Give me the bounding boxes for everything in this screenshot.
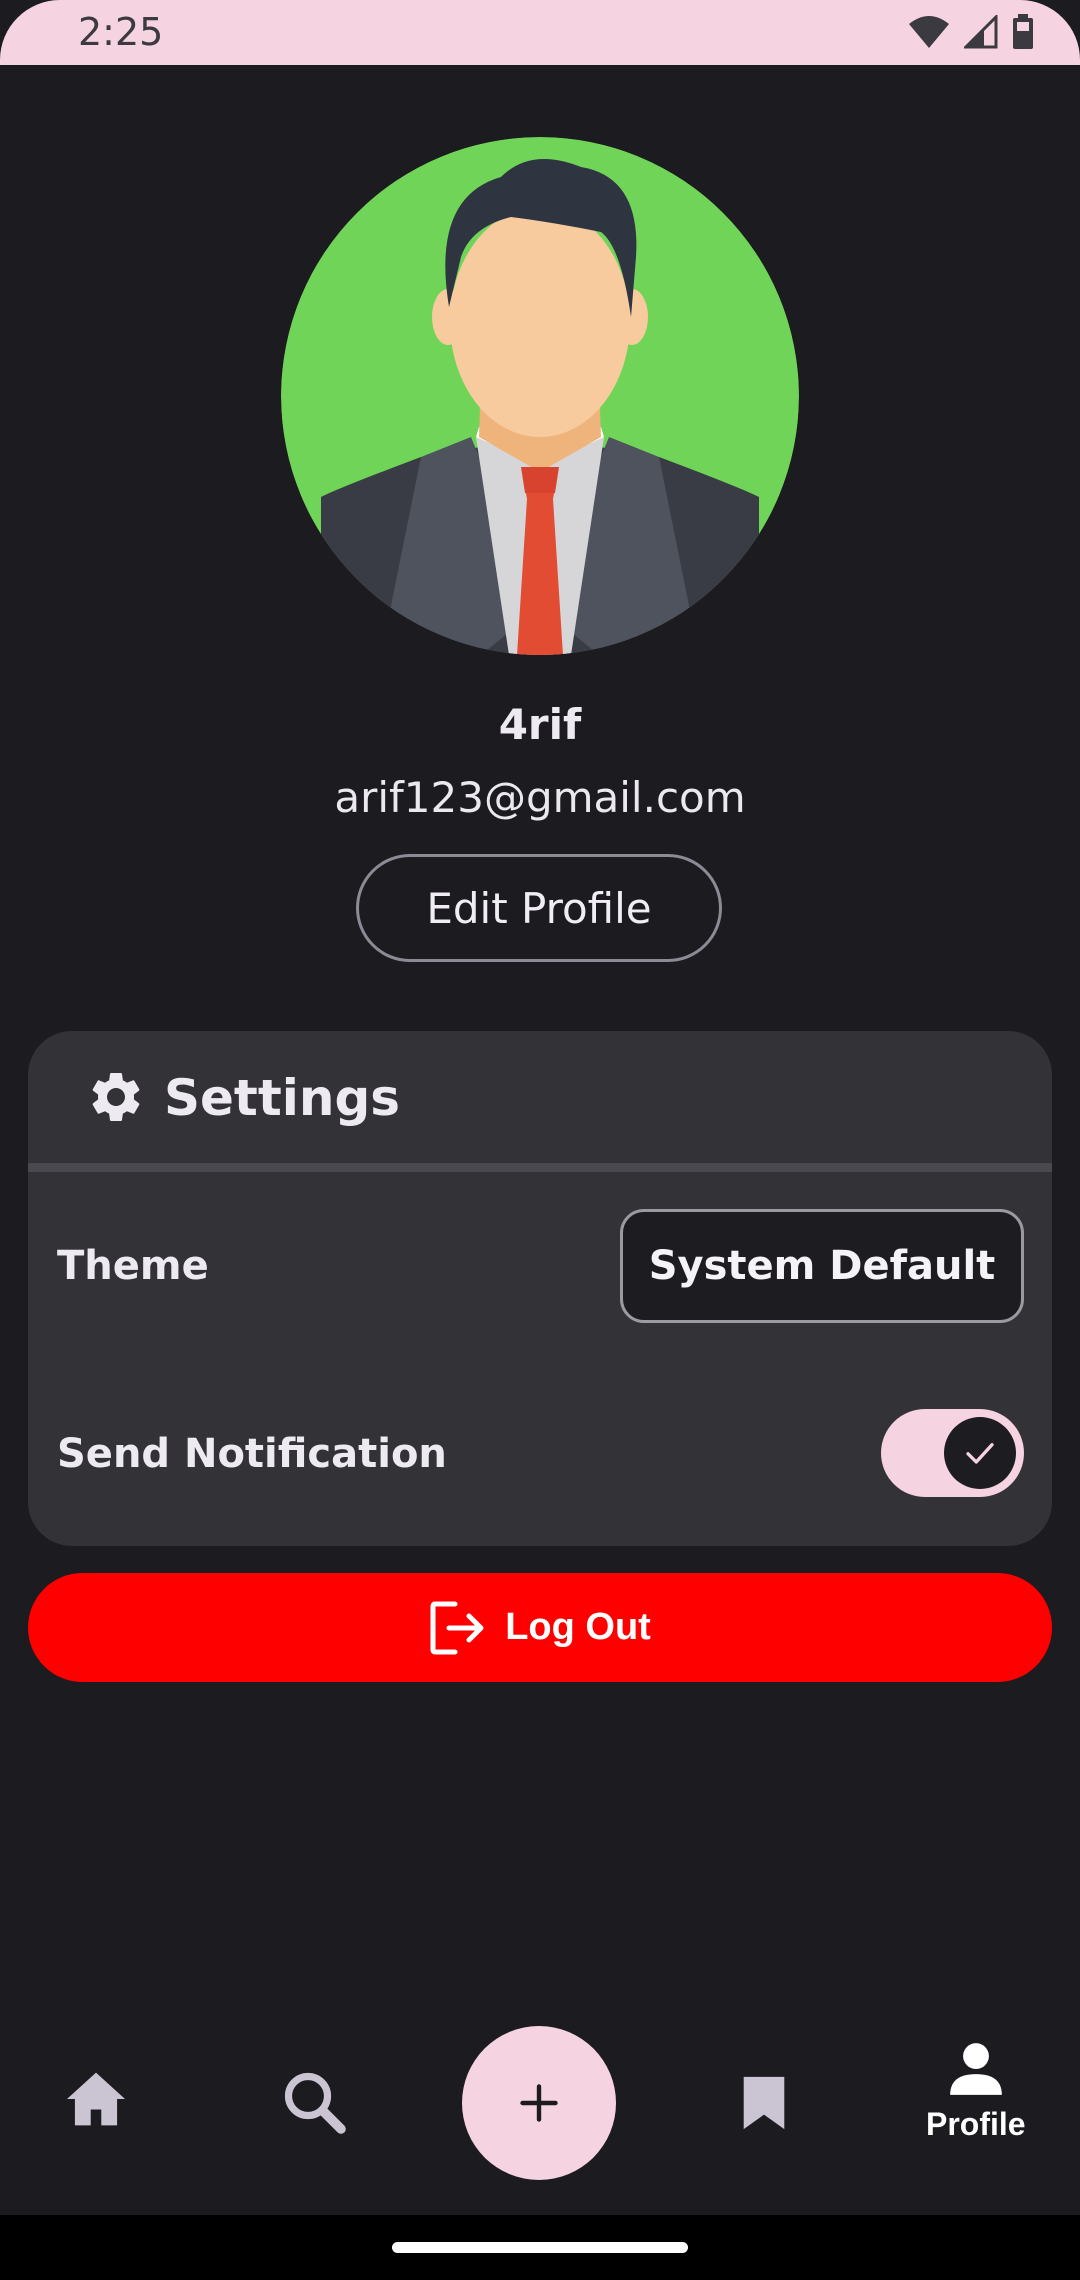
theme-label: Theme xyxy=(57,1243,209,1289)
edit-profile-button[interactable]: Edit Profile xyxy=(356,854,722,962)
battery-icon xyxy=(1013,14,1033,49)
theme-select-button[interactable]: System Default xyxy=(620,1209,1024,1323)
settings-card: Settings Theme System Default Send Notif… xyxy=(28,1031,1052,1546)
add-button[interactable] xyxy=(462,2026,616,2180)
nav-search[interactable] xyxy=(278,2066,350,2138)
settings-header: Settings xyxy=(28,1031,1052,1163)
settings-divider xyxy=(28,1163,1052,1172)
nav-profile[interactable]: Profile xyxy=(926,2040,1026,2143)
status-time: 2:25 xyxy=(78,10,164,54)
settings-title: Settings xyxy=(164,1069,401,1127)
nav-profile-label: Profile xyxy=(926,2106,1026,2142)
search-icon xyxy=(284,2072,346,2134)
nav-bookmark[interactable] xyxy=(740,2074,788,2132)
wifi-icon xyxy=(909,16,949,48)
notification-toggle[interactable] xyxy=(881,1409,1024,1497)
toggle-knob xyxy=(944,1417,1016,1489)
logout-icon xyxy=(430,1601,484,1654)
user-email: arif123@gmail.com xyxy=(334,773,746,822)
home-icon xyxy=(67,2072,125,2126)
status-bar: 2:25 xyxy=(0,0,1080,65)
status-icons xyxy=(908,14,1034,50)
home-indicator[interactable] xyxy=(392,2242,688,2253)
check-icon xyxy=(966,1443,994,1464)
bookmark-icon xyxy=(743,2076,785,2130)
nav-home[interactable] xyxy=(64,2070,128,2128)
logout-button[interactable]: Log Out xyxy=(28,1573,1052,1682)
logout-label: Log Out xyxy=(505,1606,651,1648)
gesture-bar xyxy=(0,2215,1080,2280)
cellular-icon xyxy=(964,15,998,49)
user-avatar-illustration xyxy=(281,137,799,655)
profile-icon xyxy=(949,2043,1002,2095)
avatar xyxy=(281,137,799,655)
send-notification-label: Send Notification xyxy=(57,1431,447,1477)
user-name: 4rif xyxy=(498,700,582,749)
gear-icon xyxy=(92,1073,140,1121)
add-icon xyxy=(520,2084,558,2122)
